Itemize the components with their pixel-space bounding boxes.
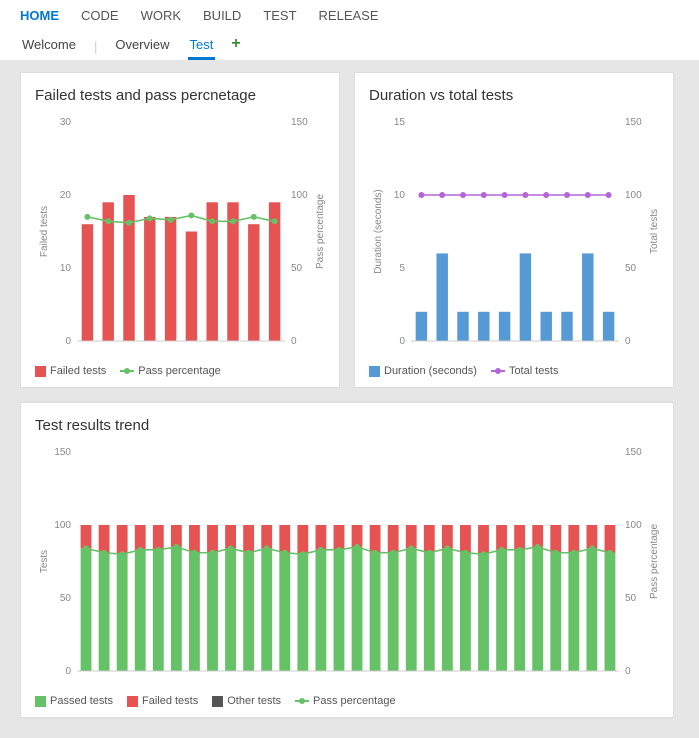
svg-text:50: 50 <box>625 593 637 604</box>
legend: Passed tests Failed tests Other tests Pass … <box>35 695 659 707</box>
svg-text:150: 150 <box>625 117 642 128</box>
svg-text:5: 5 <box>399 263 405 274</box>
nav-item-home[interactable]: HOME <box>20 4 59 27</box>
dashboard: Failed tests and pass percnetage 0 10 20 30… <box>0 60 699 738</box>
svg-text:0: 0 <box>399 336 405 347</box>
legend-item: Failed tests <box>127 695 198 707</box>
legend-item: Pass percentage <box>120 365 221 377</box>
widget-duration: Duration vs total tests 051015050100150D… <box>354 72 674 388</box>
svg-text:0: 0 <box>291 336 297 347</box>
svg-text:50: 50 <box>60 593 72 604</box>
widget-title: Failed tests and pass percnetage <box>35 87 325 104</box>
svg-text:150: 150 <box>625 447 642 458</box>
chart: 0 50 100 150 0 50 100 150 Tests Pass percentage <box>35 442 661 687</box>
svg-text:100: 100 <box>625 520 642 531</box>
svg-text:Pass percentage: Pass percentage <box>315 194 326 269</box>
legend-item: Failed tests <box>35 365 106 377</box>
sub-nav-overview[interactable]: Overview <box>113 33 171 60</box>
svg-text:30: 30 <box>60 117 72 128</box>
svg-text:0: 0 <box>625 666 631 677</box>
nav-item-build[interactable]: BUILD <box>203 4 241 27</box>
main-nav: HOME CODE WORK BUILD TEST RELEASE <box>20 4 679 27</box>
svg-text:15: 15 <box>394 117 406 128</box>
legend-item: Other tests <box>212 695 281 707</box>
legend-item: Total tests <box>491 365 559 377</box>
widget-trend: Test results trend 0 50 100 150 0 50 100 150 Tes… <box>20 402 674 718</box>
svg-text:Failed tests: Failed tests <box>39 206 50 257</box>
top-bar: HOME CODE WORK BUILD TEST RELEASE Welcome | Ove… <box>0 0 699 60</box>
legend-item: Passed tests <box>35 695 113 707</box>
svg-text:20: 20 <box>60 190 72 201</box>
chart: 051015050100150Duration (seconds)Total t… <box>369 112 661 357</box>
nav-item-code[interactable]: CODE <box>81 4 119 27</box>
sub-nav-welcome[interactable]: Welcome <box>20 33 78 60</box>
nav-item-release[interactable]: RELEASE <box>319 4 379 27</box>
svg-text:Duration (seconds): Duration (seconds) <box>373 189 384 273</box>
widget-failed-tests: Failed tests and pass percnetage 0 10 20 30… <box>20 72 340 388</box>
svg-text:Pass percentage: Pass percentage <box>649 524 660 599</box>
widget-title: Test results trend <box>35 417 659 434</box>
svg-text:150: 150 <box>291 117 308 128</box>
svg-text:100: 100 <box>54 520 71 531</box>
svg-text:100: 100 <box>291 190 308 201</box>
svg-text:Total tests: Total tests <box>649 209 660 254</box>
widget-title: Duration vs total tests <box>369 87 659 104</box>
svg-text:150: 150 <box>54 447 71 458</box>
svg-text:100: 100 <box>625 190 642 201</box>
svg-text:10: 10 <box>60 263 72 274</box>
nav-item-test[interactable]: TEST <box>263 4 296 27</box>
chart: 0 10 20 30 0 50 100 150 Failed tests Pass percent… <box>35 112 327 357</box>
legend-item: Duration (seconds) <box>369 365 477 377</box>
svg-text:0: 0 <box>65 666 71 677</box>
svg-text:10: 10 <box>394 190 406 201</box>
legend: Failed tests Pass percentage <box>35 365 325 377</box>
svg-text:50: 50 <box>625 263 637 274</box>
sub-nav-divider: | <box>94 39 97 54</box>
sub-nav: Welcome | Overview Test + <box>20 33 679 60</box>
svg-text:50: 50 <box>291 263 303 274</box>
svg-text:Tests: Tests <box>39 550 50 573</box>
svg-text:0: 0 <box>65 336 71 347</box>
svg-text:0: 0 <box>625 336 631 347</box>
sub-nav-test[interactable]: Test <box>188 33 216 60</box>
legend-item: Pass percentage <box>295 695 396 707</box>
add-tab-button[interactable]: + <box>231 35 240 59</box>
nav-item-work[interactable]: WORK <box>141 4 181 27</box>
legend: Duration (seconds) Total tests <box>369 365 659 377</box>
